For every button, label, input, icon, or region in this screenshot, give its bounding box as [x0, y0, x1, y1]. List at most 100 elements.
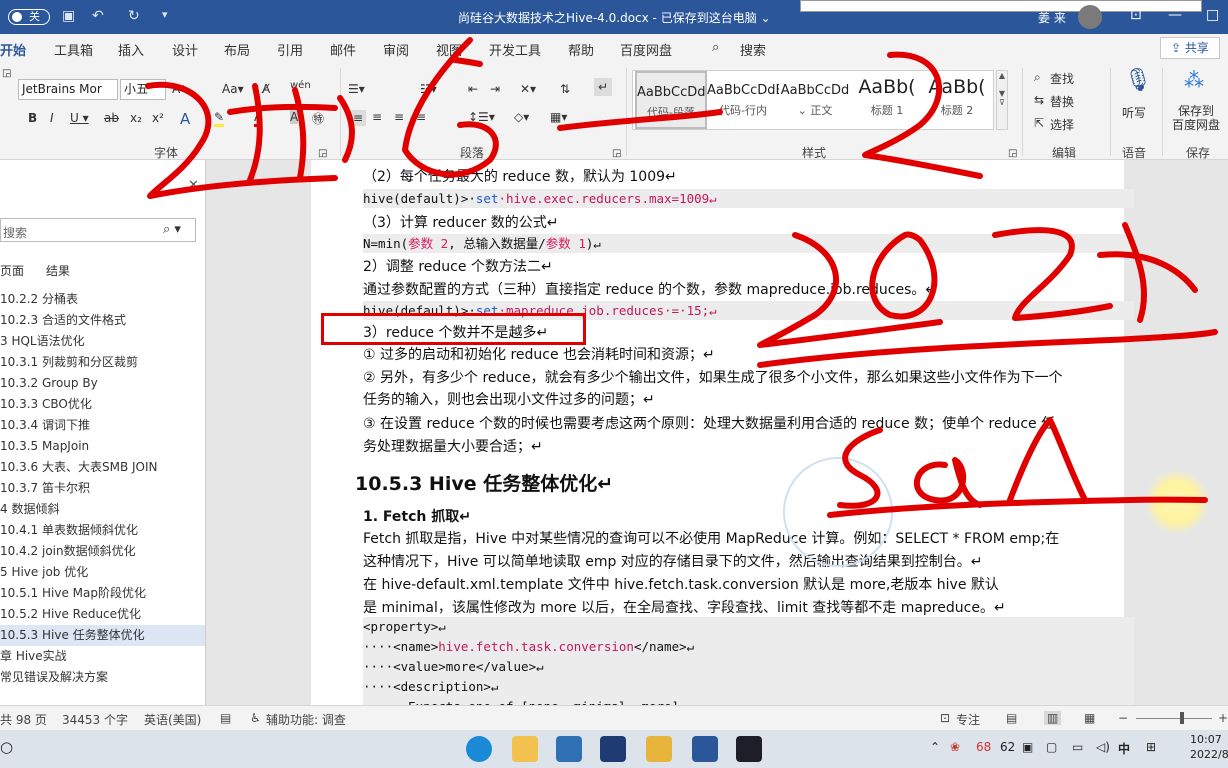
enclose-char-icon[interactable]: ㊕ — [312, 110, 324, 127]
italic-icon[interactable]: I — [50, 111, 54, 125]
sort-icon[interactable]: ⇅ — [560, 82, 570, 96]
network-icon[interactable]: ▭ — [1072, 740, 1083, 754]
font-name-select[interactable]: JetBrains Mor — [18, 79, 118, 100]
select-icon[interactable]: ⇱ — [1034, 116, 1044, 130]
clear-format-icon[interactable]: A̸ — [262, 82, 270, 96]
tab-mailings[interactable]: 邮件 — [330, 40, 356, 59]
nav-item[interactable]: 10.3.7 笛卡尔积 — [0, 478, 205, 499]
folder-icon[interactable] — [646, 736, 672, 762]
change-case-icon[interactable]: Aa▾ — [222, 82, 244, 96]
maximize-icon[interactable]: □ — [1206, 7, 1219, 23]
align-right-icon[interactable]: ≡ — [394, 110, 404, 124]
chevron-up-icon[interactable]: ⌃ — [930, 740, 940, 754]
redo-icon[interactable]: ↻ — [128, 8, 140, 24]
nav-item[interactable]: 章 Hive实战 — [0, 646, 205, 667]
style-normal[interactable]: AaBbCcDd ⌄ 正文 — [779, 71, 851, 129]
replace-button[interactable]: 替换 — [1050, 93, 1074, 110]
nav-item[interactable]: 10.4.1 单表数据倾斜优化 — [0, 520, 205, 541]
tab-layout[interactable]: 布局 — [224, 40, 250, 59]
tab-results[interactable]: 结果 — [46, 262, 70, 279]
print-layout-icon[interactable]: ▥ — [1044, 711, 1062, 725]
underline-icon[interactable]: U ▾ — [70, 111, 89, 125]
font-color-icon[interactable]: A — [254, 110, 263, 127]
align-left-icon[interactable]: ≡ — [350, 110, 367, 126]
nav-item[interactable]: 10.3.6 大表、大表SMB JOIN — [0, 457, 205, 478]
tab-review[interactable]: 审阅 — [383, 40, 409, 59]
decrease-indent-icon[interactable]: ⇤ — [468, 82, 478, 96]
chinese-layout-icon[interactable]: ✕▾ — [520, 82, 536, 96]
read-mode-icon[interactable]: ▤ — [1006, 711, 1017, 725]
bullets-icon[interactable]: ☰▾ — [348, 82, 365, 96]
nav-item[interactable]: 10.3.4 谓词下推 — [0, 415, 205, 436]
zoom-thumb[interactable] — [1180, 712, 1184, 724]
app-icon[interactable] — [556, 736, 582, 762]
word-icon[interactable] — [692, 736, 718, 762]
font-size-select[interactable]: 小五 — [120, 79, 166, 100]
tray-app-icon[interactable]: ❀ — [950, 740, 960, 754]
text-effects-icon[interactable]: A — [180, 110, 190, 128]
nav-item[interactable]: 10.2.3 合适的文件格式 — [0, 310, 205, 331]
minimize-icon[interactable]: — — [1168, 7, 1182, 23]
autosave-toggle[interactable]: 关 — [8, 9, 50, 25]
nav-item[interactable]: 4 数据倾斜 — [0, 499, 205, 520]
focus-icon[interactable]: ⊡ — [940, 711, 950, 725]
justify-icon[interactable]: ≡ — [416, 110, 426, 124]
paragraph-dialog-icon[interactable]: ◲ — [612, 148, 621, 159]
share-button[interactable]: ⇪ 共享 — [1160, 37, 1220, 59]
nav-item[interactable]: 10.5.1 Hive Map阶段优化 — [0, 583, 205, 604]
save-to-baidu-button[interactable]: 保存到 百度网盘 — [1172, 104, 1220, 132]
nav-item[interactable]: 10.3.3 CBO优化 — [0, 394, 205, 415]
page-count[interactable]: 共 98 页 — [0, 711, 47, 728]
nav-item[interactable]: 3 HQL语法优化 — [0, 331, 205, 352]
volume-icon[interactable]: ◁) — [1096, 740, 1110, 754]
tab-references[interactable]: 引用 — [277, 40, 303, 59]
styles-dialog-icon[interactable]: ◲ — [1008, 148, 1017, 159]
increase-indent-icon[interactable]: ⇥ — [490, 82, 500, 96]
tab-insert[interactable]: 插入 — [118, 40, 144, 59]
save-icon[interactable]: ▣ — [62, 8, 75, 24]
dictate-button[interactable]: 听写 — [1122, 104, 1146, 121]
ime-mode-icon[interactable]: ⊞ — [1146, 740, 1156, 754]
zoom-slider[interactable] — [1136, 718, 1212, 719]
focus-button[interactable]: 专注 — [956, 711, 980, 728]
tab-baidu-netdisk[interactable]: 百度网盘 — [620, 40, 672, 59]
superscript-icon[interactable]: x² — [152, 111, 164, 125]
microphone-icon[interactable]: 🎙 — [1124, 68, 1152, 93]
nav-item[interactable]: 10.2.2 分桶表 — [0, 289, 205, 310]
tab-pages[interactable]: 页面 — [0, 262, 24, 279]
ime-indicator[interactable]: 中 — [1118, 740, 1130, 757]
nav-item[interactable]: 10.3.5 MapJoin — [0, 436, 205, 457]
nav-item[interactable]: 10.3.1 列裁剪和分区裁剪 — [0, 352, 205, 373]
tab-toolbox[interactable]: 工具箱 — [54, 40, 93, 59]
nav-item[interactable]: 10.4.2 join数据倾斜优化 — [0, 541, 205, 562]
close-icon[interactable]: ✕ — [188, 178, 199, 193]
customize-qat-icon[interactable]: ▾ — [162, 8, 168, 21]
web-layout-icon[interactable]: ▦ — [1084, 711, 1095, 725]
shading-icon[interactable]: ◇▾ — [514, 110, 529, 124]
file-explorer-icon[interactable] — [512, 736, 538, 762]
replace-icon[interactable]: ⇆ — [1034, 93, 1044, 107]
strikethrough-icon[interactable]: ab — [104, 111, 119, 125]
undo-icon[interactable]: ↶ — [92, 8, 104, 24]
tab-design[interactable]: 设计 — [172, 40, 198, 59]
baidu-cloud-icon[interactable]: ⁂ — [1184, 68, 1204, 92]
tray-icon[interactable]: ▣ — [1022, 740, 1033, 754]
char-shading-icon[interactable]: A — [290, 110, 299, 124]
search-icon[interactable]: ⌕ ▾ — [163, 222, 181, 237]
style-heading-1[interactable]: AaBb(标题 1 — [851, 71, 923, 129]
nav-item[interactable]: 10.5.2 Hive Reduce优化 — [0, 604, 205, 625]
language[interactable]: 英语(美国) — [144, 711, 201, 728]
select-button[interactable]: 选择 — [1050, 116, 1074, 133]
nav-item[interactable]: 5 Hive job 优化 — [0, 562, 205, 583]
styles-scroll[interactable]: ▲ ▼ ⊽ — [996, 70, 1008, 130]
show-marks-icon[interactable]: ↵ — [594, 78, 613, 96]
highlight-icon[interactable]: ✎ — [214, 110, 225, 127]
terminal-icon[interactable] — [600, 736, 626, 762]
phonetic-guide-icon[interactable]: wén — [290, 80, 311, 91]
bold-icon[interactable]: B — [28, 111, 37, 125]
accessibility-icon[interactable]: ♿ — [250, 711, 261, 725]
clock[interactable]: 10:07 2022/8/ — [1190, 732, 1228, 762]
search-icon[interactable]: ○ — [0, 738, 13, 756]
multilevel-list-icon[interactable]: ☷▾ — [420, 82, 437, 96]
find-icon[interactable]: ⌕ — [1034, 70, 1041, 85]
